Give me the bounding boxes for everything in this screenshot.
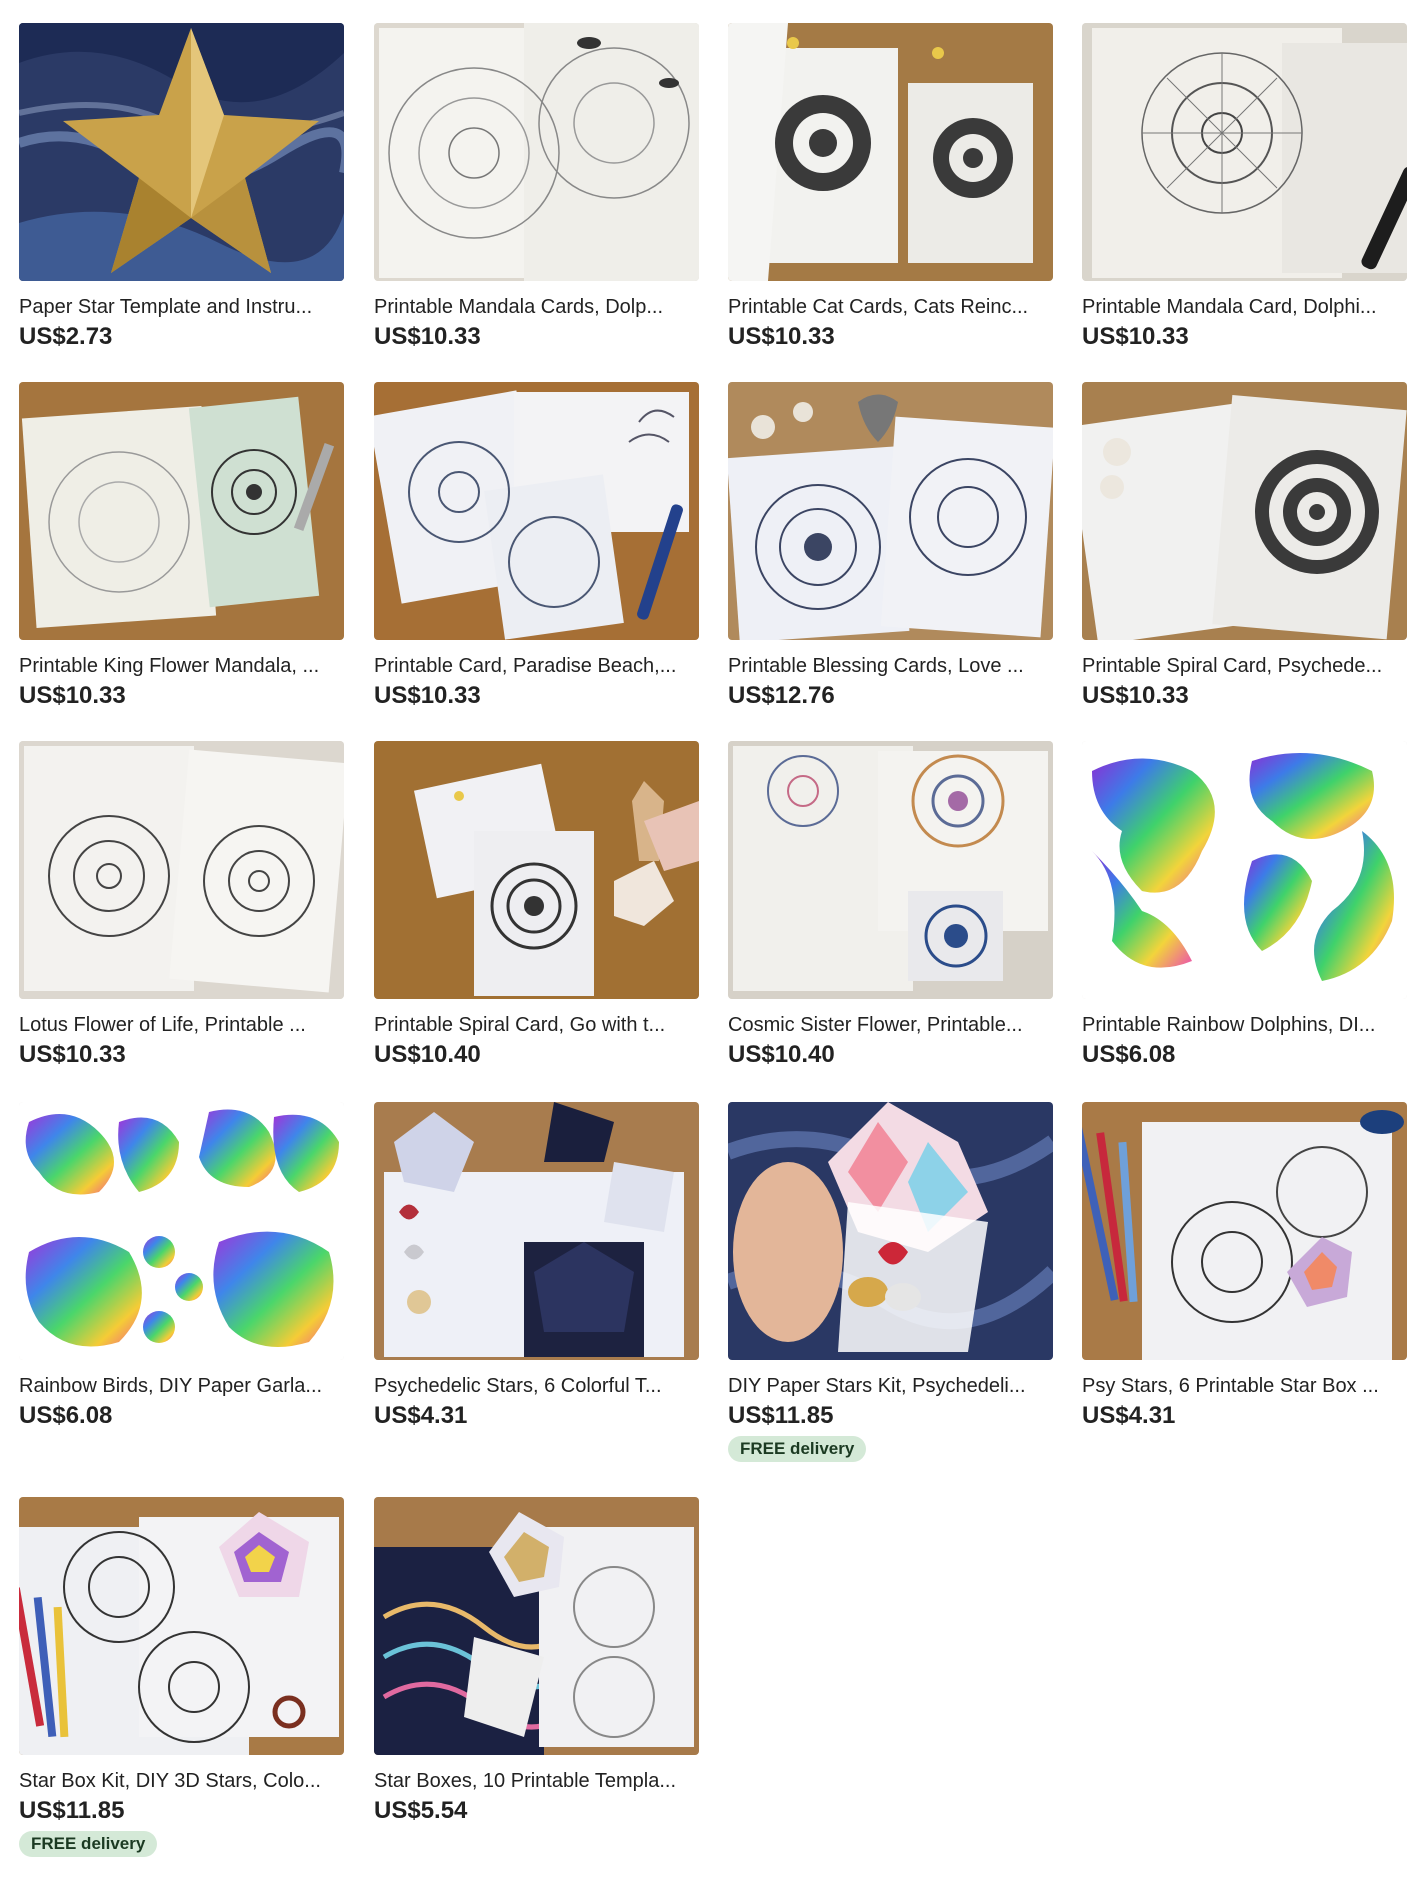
listing-card[interactable]: Cosmic Sister Flower, Printable... US$10… [728,741,1053,1069]
listing-card[interactable]: Psychedelic Stars, 6 Colorful T... US$4.… [374,1102,699,1430]
listing-card[interactable]: Printable Blessing Cards, Love ... US$12… [728,382,1053,710]
listing-card[interactable]: Psy Stars, 6 Printable Star Box ... US$4… [1082,1102,1407,1430]
listing-title[interactable]: Lotus Flower of Life, Printable ... [19,1013,344,1037]
listing-price: US$11.85 [19,1797,125,1824]
listing-price: US$4.31 [374,1402,468,1429]
listing-title[interactable]: Printable Spiral Card, Psychede... [1082,654,1407,678]
listing-title[interactable]: DIY Paper Stars Kit, Psychedeli... [728,1374,1053,1398]
listing-card[interactable]: Printable Mandala Card, Dolphi... US$10.… [1082,23,1407,351]
listing-price: US$11.85 [728,1402,834,1429]
listing-price: US$10.33 [19,682,126,709]
listing-price: US$10.40 [728,1041,835,1068]
listing-title[interactable]: Rainbow Birds, DIY Paper Garla... [19,1374,344,1398]
listing-title[interactable]: Printable Spiral Card, Go with t... [374,1013,699,1037]
listing-card[interactable]: Printable Spiral Card, Psychede... US$10… [1082,382,1407,710]
listing-image[interactable] [374,23,699,281]
listing-image[interactable] [374,1497,699,1755]
listing-card[interactable]: Printable Spiral Card, Go with t... US$1… [374,741,699,1069]
free-delivery-badge: FREE delivery [19,1831,158,1857]
listing-card[interactable]: DIY Paper Stars Kit, Psychedeli... US$11… [728,1102,1053,1462]
listing-price: US$2.73 [19,323,113,350]
listing-price: US$5.54 [374,1797,468,1824]
listing-title[interactable]: Printable Mandala Cards, Dolp... [374,295,699,319]
listing-card[interactable]: Printable King Flower Mandala, ... US$10… [19,382,344,710]
listing-title[interactable]: Psychedelic Stars, 6 Colorful T... [374,1374,699,1398]
listing-card[interactable]: Printable Cat Cards, Cats Reinc... US$10… [728,23,1053,351]
listing-title[interactable]: Printable Rainbow Dolphins, DI... [1082,1013,1407,1037]
listing-image[interactable] [728,1102,1053,1360]
listing-card[interactable]: Rainbow Birds, DIY Paper Garla... US$6.0… [19,1102,344,1430]
listing-price: US$10.33 [1082,323,1189,350]
listing-price: US$10.40 [374,1041,481,1068]
listing-image[interactable] [1082,23,1407,281]
listing-title[interactable]: Printable Cat Cards, Cats Reinc... [728,295,1053,319]
listing-title[interactable]: Cosmic Sister Flower, Printable... [728,1013,1053,1037]
listing-title[interactable]: Star Box Kit, DIY 3D Stars, Colo... [19,1769,344,1793]
listing-image[interactable] [1082,382,1407,640]
listing-image[interactable] [374,382,699,640]
listing-price: US$6.08 [1082,1041,1176,1068]
listing-image[interactable] [728,382,1053,640]
listing-grid: Paper Star Template and Instru... US$2.7… [0,0,1425,1877]
listing-image[interactable] [19,382,344,640]
listing-price: US$4.31 [1082,1402,1176,1429]
listing-title[interactable]: Printable King Flower Mandala, ... [19,654,344,678]
listing-card[interactable]: Printable Rainbow Dolphins, DI... US$6.0… [1082,741,1407,1069]
listing-card[interactable]: Star Box Kit, DIY 3D Stars, Colo... US$1… [19,1497,344,1857]
listing-card[interactable]: Lotus Flower of Life, Printable ... US$1… [19,741,344,1069]
listing-title[interactable]: Star Boxes, 10 Printable Templa... [374,1769,699,1793]
listing-image[interactable] [19,1497,344,1755]
listing-image[interactable] [19,741,344,999]
listing-card[interactable]: Printable Mandala Cards, Dolp... US$10.3… [374,23,699,351]
listing-price: US$10.33 [374,682,481,709]
listing-price: US$10.33 [374,323,481,350]
listing-title[interactable]: Paper Star Template and Instru... [19,295,344,319]
listing-price: US$10.33 [728,323,835,350]
free-delivery-badge: FREE delivery [728,1436,867,1462]
listing-image[interactable] [19,23,344,281]
listing-image[interactable] [728,741,1053,999]
listing-image[interactable] [374,741,699,999]
listing-image[interactable] [728,23,1053,281]
listing-title[interactable]: Printable Card, Paradise Beach,... [374,654,699,678]
listing-price: US$10.33 [19,1041,126,1068]
listing-card[interactable]: Paper Star Template and Instru... US$2.7… [19,23,344,351]
listing-title[interactable]: Printable Blessing Cards, Love ... [728,654,1053,678]
listing-title[interactable]: Psy Stars, 6 Printable Star Box ... [1082,1374,1407,1398]
listing-image[interactable] [1082,741,1407,999]
listing-price: US$6.08 [19,1402,113,1429]
listing-price: US$10.33 [1082,682,1189,709]
listing-title[interactable]: Printable Mandala Card, Dolphi... [1082,295,1407,319]
listing-card[interactable]: Star Boxes, 10 Printable Templa... US$5.… [374,1497,699,1825]
listing-image[interactable] [19,1102,344,1360]
listing-card[interactable]: Printable Card, Paradise Beach,... US$10… [374,382,699,710]
listing-image[interactable] [374,1102,699,1360]
listing-image[interactable] [1082,1102,1407,1360]
listing-price: US$12.76 [728,682,835,709]
